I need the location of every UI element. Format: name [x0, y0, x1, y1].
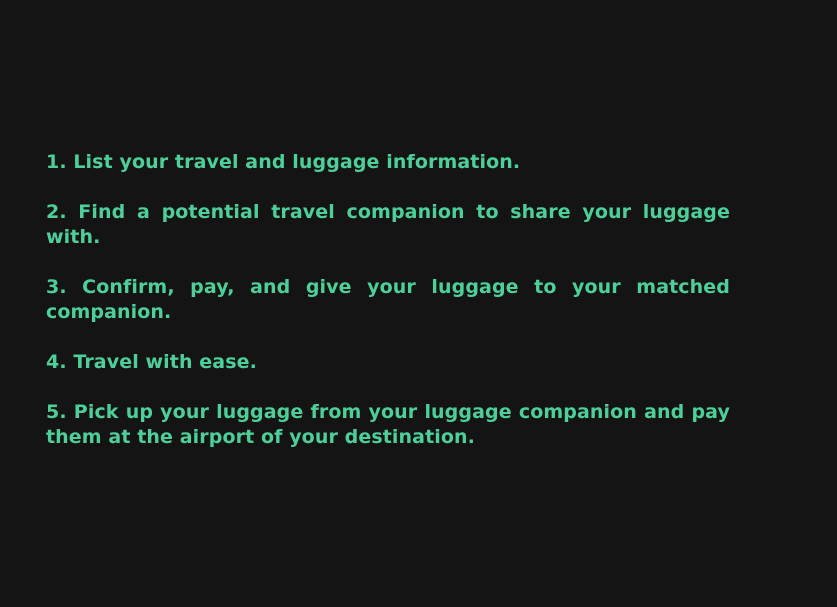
how-it-works-steps: 1. List your travel and luggage informat… — [46, 150, 730, 475]
step-3-confirm-pay: 3. Confirm, pay, and give your luggage t… — [46, 276, 730, 323]
step-2-find-companion: 2. Find a potential travel companion to … — [46, 201, 730, 248]
step-1-list-info: 1. List your travel and luggage informat… — [46, 151, 521, 173]
step-5-pick-up: 5. Pick up your luggage from your luggag… — [46, 401, 730, 448]
step-4-travel: 4. Travel with ease. — [46, 351, 257, 373]
